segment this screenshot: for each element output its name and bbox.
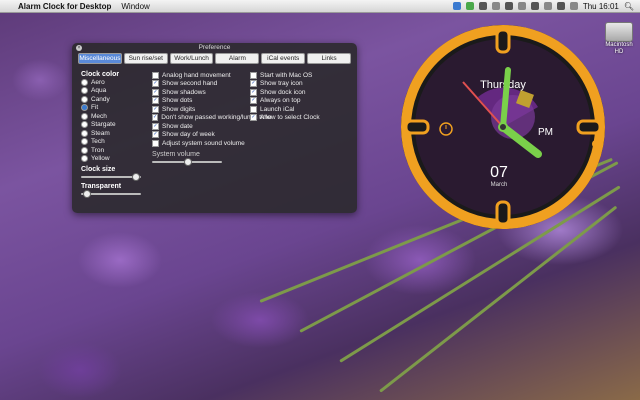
hard-drive-icon xyxy=(605,22,633,42)
checkbox[interactable] xyxy=(152,139,159,147)
clock-ampm: PM xyxy=(538,127,553,138)
app-tray-icon[interactable] xyxy=(478,2,487,10)
battery-icon[interactable] xyxy=(569,2,578,10)
tab-miscellaneous[interactable]: Miscellaneous xyxy=(78,53,122,64)
clock-notch-top xyxy=(495,28,511,54)
radio-button[interactable] xyxy=(81,146,88,154)
menu-bar-extras: Thu 16:01 🔍︎ xyxy=(452,2,634,11)
checkbox[interactable] xyxy=(250,105,257,113)
radio-button[interactable] xyxy=(81,95,88,103)
skype-tray-icon[interactable] xyxy=(465,2,474,10)
spotlight-icon[interactable]: 🔍︎ xyxy=(624,2,634,11)
checkbox-checked[interactable]: ✓ xyxy=(152,97,159,105)
radio-button[interactable] xyxy=(81,129,88,137)
clock-size-label: Clock size xyxy=(81,166,116,173)
tool-tray-icon[interactable] xyxy=(491,2,500,10)
option-show-dock-icon[interactable]: ✓ Show dock icon xyxy=(250,88,350,97)
system-volume-label: System volume xyxy=(152,150,200,158)
color-option-candy[interactable]: Candy xyxy=(81,95,143,104)
clock-day-of-week: Thursday xyxy=(480,79,526,91)
monitor-tray-icon[interactable] xyxy=(504,2,513,10)
checkbox-checked[interactable]: ✓ xyxy=(250,88,257,96)
radio-button[interactable] xyxy=(81,78,88,86)
tab-alarm[interactable]: Alarm xyxy=(215,53,260,64)
checkbox-checked[interactable]: ✓ xyxy=(152,105,159,113)
clock-color-label: Clock color xyxy=(81,71,120,78)
option-show-day-of-week[interactable]: ✓ Show day of week xyxy=(152,131,267,140)
preference-window: × Preference Miscellaneous Sun rise/set … xyxy=(72,43,357,213)
radio-button-selected[interactable] xyxy=(81,104,88,112)
tab-work-lunch[interactable]: Work/Lunch xyxy=(169,53,214,64)
option-adjust-volume[interactable]: Adjust system sound volume xyxy=(152,139,267,148)
option-show-tray-icon[interactable]: ✓ Show tray icon xyxy=(250,80,350,89)
clock-date-number: 07 xyxy=(490,164,508,181)
tab-ical-events[interactable]: iCal events xyxy=(261,53,306,64)
option-always-on-top[interactable]: ✓ Always on top xyxy=(250,97,350,106)
checkbox-checked[interactable]: ✓ xyxy=(152,88,159,96)
wifi-icon[interactable] xyxy=(543,2,552,10)
checkbox-checked[interactable]: ✓ xyxy=(152,122,159,130)
clock-side-knob[interactable] xyxy=(592,140,600,148)
option-launch-ical[interactable]: Launch iCal xyxy=(250,105,350,114)
transparent-label: Transparent xyxy=(81,183,122,190)
clock-tray-icon[interactable] xyxy=(517,2,526,10)
color-option-stargate[interactable]: Stargate xyxy=(81,121,143,130)
color-option-steam[interactable]: Steam xyxy=(81,129,143,138)
clock-center-pin xyxy=(498,122,508,132)
checkbox-checked[interactable]: ✓ xyxy=(250,97,257,105)
clock-color-group: Clock color Aero Aqua Candy Fit Mech Sta… xyxy=(81,71,143,198)
system-volume-slider[interactable] xyxy=(152,157,222,166)
checkbox[interactable] xyxy=(250,71,257,79)
volume-icon[interactable] xyxy=(556,2,565,10)
color-option-fit[interactable]: Fit xyxy=(81,104,143,113)
color-option-yellow[interactable]: Yellow xyxy=(81,155,143,164)
clock-month: March xyxy=(491,182,508,188)
checkbox-checked[interactable]: ✓ xyxy=(152,80,159,88)
checkbox[interactable] xyxy=(152,71,159,79)
checkbox-checked[interactable]: ✓ xyxy=(250,114,257,122)
menu-clock-time[interactable]: Thu 16:01 xyxy=(583,2,619,11)
alarm-clock-widget[interactable]: Thursday PM 07 March xyxy=(398,22,608,232)
checkbox-checked[interactable]: ✓ xyxy=(250,80,257,88)
tab-links[interactable]: Links xyxy=(307,53,351,64)
option-show-date[interactable]: ✓ Show date xyxy=(152,122,267,131)
close-icon[interactable]: × xyxy=(76,45,82,51)
transparent-slider[interactable] xyxy=(81,190,141,198)
clock-notch-right xyxy=(576,119,602,135)
color-option-aero[interactable]: Aero xyxy=(81,78,143,87)
color-option-tech[interactable]: Tech xyxy=(81,138,143,147)
tab-bar: Miscellaneous Sun rise/set Work/Lunch Al… xyxy=(78,53,351,64)
tab-sun-rise-set[interactable]: Sun rise/set xyxy=(123,53,168,64)
app-menu[interactable]: Alarm Clock for Desktop xyxy=(18,2,111,11)
menu-bar: Alarm Clock for Desktop Window Thu 16:01… xyxy=(0,0,640,13)
radio-button[interactable] xyxy=(81,121,88,129)
color-option-mech[interactable]: Mech xyxy=(81,112,143,121)
option-start-with-macos[interactable]: Start with Mac OS xyxy=(250,71,350,80)
slider-knob[interactable] xyxy=(82,190,91,198)
checkbox-checked[interactable]: ✓ xyxy=(152,114,159,122)
clock-notch-bottom xyxy=(495,200,511,226)
window-menu[interactable]: Window xyxy=(121,2,149,11)
options-column-2: Start with Mac OS ✓ Show tray icon ✓ Show … xyxy=(250,71,350,122)
option-allow-select-clock[interactable]: ✓ Allow to select Clock xyxy=(250,114,350,123)
clock-notch-left xyxy=(404,119,430,135)
clock-size-slider[interactable] xyxy=(81,173,141,181)
radio-button[interactable] xyxy=(81,112,88,120)
color-option-aqua[interactable]: Aqua xyxy=(81,87,143,96)
bluetooth-icon[interactable] xyxy=(530,2,539,10)
radio-button[interactable] xyxy=(81,138,88,146)
dropbox-tray-icon[interactable] xyxy=(452,2,461,10)
radio-button[interactable] xyxy=(81,155,88,163)
color-option-tron[interactable]: Tron xyxy=(81,146,143,155)
radio-button[interactable] xyxy=(81,87,88,95)
preference-titlebar[interactable]: × Preference xyxy=(72,43,357,53)
checkbox-checked[interactable]: ✓ xyxy=(152,131,159,139)
preference-title: Preference xyxy=(198,44,231,51)
slider-knob[interactable] xyxy=(132,173,141,181)
slider-knob[interactable] xyxy=(184,157,192,166)
